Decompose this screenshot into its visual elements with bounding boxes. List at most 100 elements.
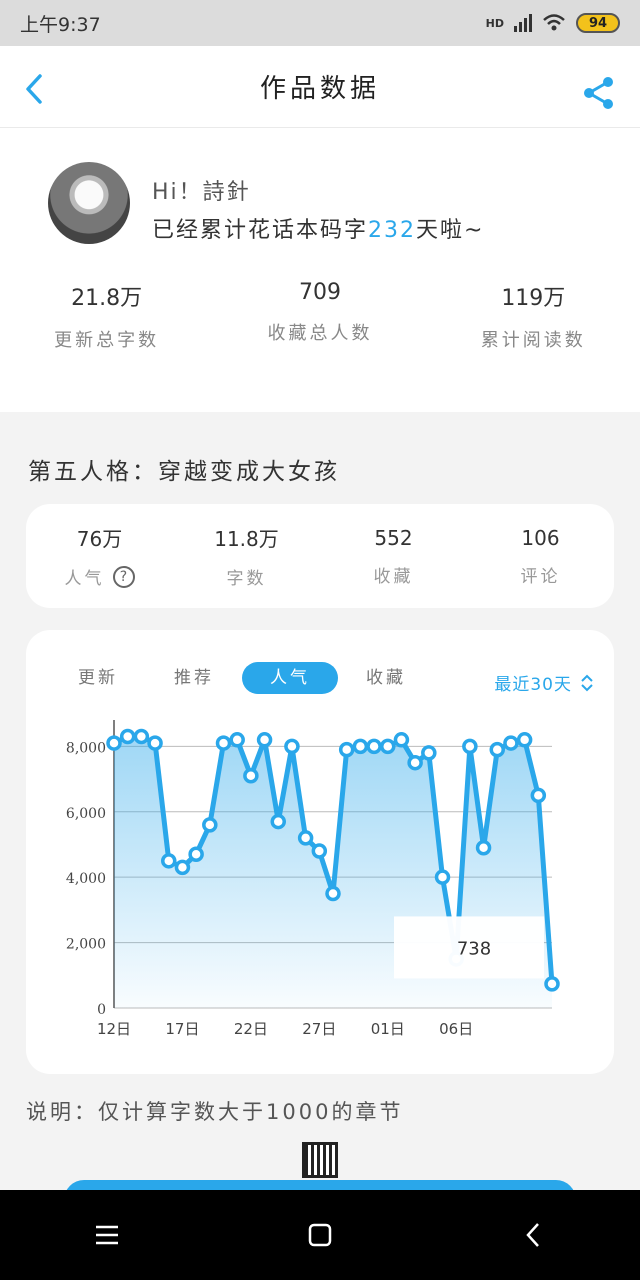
book-stats-card: 76万 人气? 11.8万字数 552 收藏 106 评论 <box>26 504 614 608</box>
book-stat-favorites: 552 收藏 <box>320 526 467 587</box>
stat-total-words: 21.8万更新总字数 <box>0 280 213 352</box>
data-point <box>243 768 259 784</box>
x-tick-label: 27日 <box>302 1020 336 1038</box>
footnote: 说明：仅计算字数大于1000的章节 <box>26 1100 404 1124</box>
stat-value: 11.8万 <box>214 527 279 551</box>
data-point <box>311 843 328 859</box>
stat-total-favorites: 709 收藏总人数 <box>213 280 426 352</box>
popularity-chart: 0 2,000 4,000 6,000 8,000 12日 17日 22日 27日 01日 06日 7… <box>66 720 560 1038</box>
page-title: 作品数据 <box>259 74 380 104</box>
data-point <box>284 738 300 755</box>
updown-chevron-icon <box>581 674 593 691</box>
tab-updates[interactable]: 更新 <box>50 662 146 694</box>
back-arrow-icon[interactable] <box>22 74 48 104</box>
data-point <box>544 976 560 992</box>
writing-days-prefix: 已经累计花话本码字 <box>152 218 369 243</box>
share-icon[interactable] <box>582 76 616 110</box>
help-icon[interactable]: ? <box>112 565 135 588</box>
writing-days-count: 232 <box>368 218 417 243</box>
qr-code-icon <box>302 1142 338 1178</box>
data-point <box>202 817 218 833</box>
wifi-icon <box>543 14 565 31</box>
data-point <box>325 885 341 902</box>
back-icon[interactable] <box>509 1211 557 1259</box>
chart-card: 更新 推荐 人气 收藏 最近30天 0 2,000 4,000 6,000 8,000 1… <box>26 630 614 1074</box>
stat-label: 评论 <box>520 566 561 587</box>
data-point <box>475 839 492 856</box>
data-point <box>516 732 533 748</box>
author-stats: 21.8万更新总字数 709 收藏总人数 119万累计阅读数 <box>0 280 640 352</box>
data-point <box>256 732 273 748</box>
hd-label: HD <box>485 16 504 30</box>
data-point <box>215 735 232 751</box>
system-nav-bar <box>0 1190 640 1280</box>
status-time: 上午9:37 <box>20 13 101 36</box>
y-tick-label: 8,000 <box>66 740 106 756</box>
stat-value: 552 <box>374 525 413 550</box>
data-point <box>297 830 314 846</box>
data-point <box>380 738 396 755</box>
signal-icon <box>514 14 532 32</box>
data-point <box>161 853 177 869</box>
app-header: 作品数据 <box>0 46 640 128</box>
x-tick-label: 17日 <box>165 1020 199 1038</box>
y-tick-label: 2,000 <box>66 937 106 953</box>
stat-label: 收藏 <box>373 566 414 587</box>
data-point <box>133 728 150 745</box>
stat-value: 709 <box>298 280 341 305</box>
greeting: Hi！詩針 <box>152 180 251 205</box>
range-selector[interactable]: 最近30天 <box>494 670 594 695</box>
stat-value: 21.8万 <box>71 286 143 311</box>
data-point <box>147 735 163 751</box>
data-point <box>489 741 505 758</box>
stat-value: 119万 <box>501 286 566 311</box>
stat-label: 人气 <box>64 569 105 589</box>
stat-total-reads: 119万累计阅读数 <box>427 280 640 352</box>
book-stat-popularity: 76万 人气? <box>26 523 173 589</box>
book-title: 第五人格：穿越变成大女孩 <box>28 459 340 485</box>
data-point <box>421 745 437 761</box>
data-point <box>462 738 478 755</box>
stat-label: 字数 <box>226 569 267 589</box>
stat-label-row: 人气? <box>26 564 173 589</box>
stat-label: 累计阅读数 <box>480 330 586 351</box>
battery-icon: 94 <box>576 13 620 33</box>
stat-label: 更新总字数 <box>54 330 160 351</box>
y-tick-label: 0 <box>97 1002 106 1018</box>
data-point <box>188 846 204 863</box>
data-point <box>407 754 423 771</box>
data-point <box>503 735 519 751</box>
writing-days: 已经累计花话本码字232天啦~ <box>152 212 484 244</box>
status-icons: HD 94 <box>486 13 620 33</box>
data-point <box>174 859 191 876</box>
data-point <box>530 787 547 804</box>
x-tick-label: 12日 <box>97 1020 131 1038</box>
status-bar: 上午9:37 HD 94 <box>0 0 640 46</box>
stat-label: 收藏总人数 <box>267 323 373 344</box>
profile-section: Hi！詩針 已经累计花话本码字232天啦~ 21.8万更新总字数 709 收藏总人… <box>0 128 640 412</box>
data-point <box>119 728 136 745</box>
home-icon[interactable] <box>296 1211 344 1259</box>
tab-recommend[interactable]: 推荐 <box>146 662 242 694</box>
data-point <box>229 732 245 748</box>
avatar[interactable] <box>48 162 130 244</box>
data-point <box>352 738 369 755</box>
x-tick-label: 22日 <box>234 1020 268 1038</box>
book-stat-comments: 106 评论 <box>467 526 614 587</box>
data-point <box>106 735 122 751</box>
data-point <box>366 738 382 755</box>
stat-value: 106 <box>521 525 560 550</box>
menu-icon[interactable] <box>83 1211 131 1259</box>
book-stat-words: 11.8万字数 <box>173 523 320 589</box>
tab-favorites[interactable]: 收藏 <box>338 662 434 694</box>
data-point <box>434 869 451 885</box>
chart-tabs: 更新 推荐 人气 收藏 <box>50 662 434 694</box>
data-point <box>270 813 286 830</box>
data-point <box>393 732 410 748</box>
y-tick-label: 6,000 <box>66 806 106 822</box>
tooltip-value: 738 <box>457 938 491 959</box>
x-tick-label: 06日 <box>439 1020 473 1038</box>
range-label: 最近30天 <box>494 675 572 695</box>
data-point <box>338 741 355 758</box>
tab-popularity[interactable]: 人气 <box>242 662 338 694</box>
